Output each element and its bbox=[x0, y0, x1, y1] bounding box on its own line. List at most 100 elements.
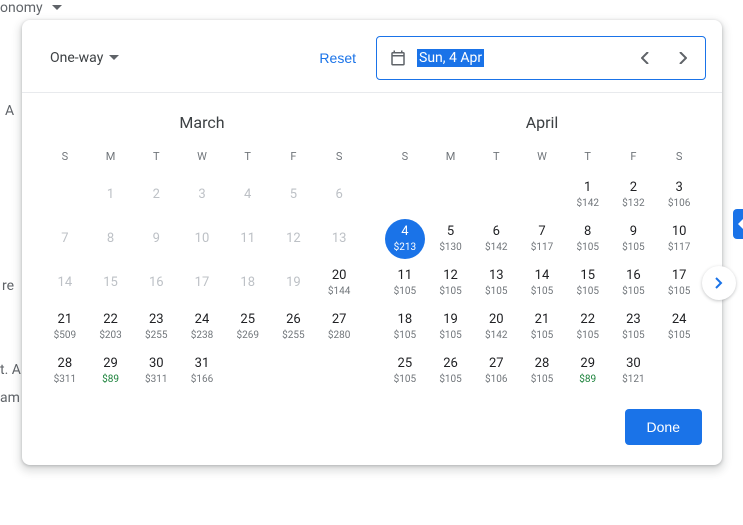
month-title: March bbox=[42, 103, 362, 144]
day-price: $106 bbox=[668, 198, 690, 210]
calendar-day[interactable]: 13$105 bbox=[473, 261, 519, 305]
calendar-day[interactable]: 10$117 bbox=[656, 217, 702, 261]
calendar-day[interactable]: 25$105 bbox=[382, 349, 428, 393]
day-price: $105 bbox=[531, 330, 553, 342]
day-number: 23 bbox=[626, 312, 641, 328]
day-number: 18 bbox=[398, 312, 413, 328]
day-of-week-label: W bbox=[179, 144, 225, 173]
calendar-day[interactable]: 23$255 bbox=[133, 305, 179, 349]
bg-fragment: t. A bbox=[0, 362, 21, 378]
day-number: 12 bbox=[286, 231, 301, 247]
day-number: 5 bbox=[447, 224, 454, 240]
calendar-day[interactable]: 6$142 bbox=[473, 217, 519, 261]
calendar-day[interactable]: 11$105 bbox=[382, 261, 428, 305]
calendar-day[interactable]: 3$106 bbox=[656, 173, 702, 217]
day-number: 27 bbox=[332, 312, 347, 328]
calendar-day[interactable]: 26$255 bbox=[271, 305, 317, 349]
day-price: $142 bbox=[576, 198, 598, 210]
day-number: 28 bbox=[535, 356, 550, 372]
calendar-day[interactable]: 18$105 bbox=[382, 305, 428, 349]
calendar-day[interactable]: 23 $105 bbox=[611, 305, 657, 349]
day-number: 2 bbox=[153, 187, 160, 203]
day-price: $105 bbox=[622, 330, 644, 342]
calendar-day[interactable]: 26$105 bbox=[428, 349, 474, 393]
day-number: 29 bbox=[103, 356, 118, 372]
calendar-day[interactable]: 14$105 bbox=[519, 261, 565, 305]
calendar-day[interactable]: 22$105 bbox=[565, 305, 611, 349]
calendar-day[interactable]: 20$144 bbox=[316, 261, 362, 305]
cabin-class-label[interactable]: onomy bbox=[0, 0, 62, 16]
calendar-day[interactable]: 12$105 bbox=[428, 261, 474, 305]
day-number: 14 bbox=[58, 275, 73, 291]
day-number: 6 bbox=[493, 224, 500, 240]
day-number: 21 bbox=[58, 312, 73, 328]
calendar-day[interactable]: 24$238 bbox=[179, 305, 225, 349]
calendar-day: 17 bbox=[179, 261, 225, 305]
day-number: 17 bbox=[195, 275, 210, 291]
day-price: $105 bbox=[668, 330, 690, 342]
date-prev-button[interactable] bbox=[631, 44, 659, 72]
calendar-day[interactable]: 17 $105 bbox=[656, 261, 702, 305]
day-number: 3 bbox=[198, 187, 205, 203]
day-price: $130 bbox=[439, 242, 461, 254]
calendar-day[interactable]: 27$106 bbox=[473, 349, 519, 393]
calendar-day[interactable]: 30$311 bbox=[133, 349, 179, 393]
calendar-day[interactable]: 15$105 bbox=[565, 261, 611, 305]
day-price: $255 bbox=[282, 330, 304, 342]
side-tab[interactable] bbox=[733, 209, 743, 239]
day-number: 21 bbox=[535, 312, 550, 328]
reset-button[interactable]: Reset bbox=[307, 42, 368, 74]
calendar-day[interactable]: 7$117 bbox=[519, 217, 565, 261]
day-price: $105 bbox=[668, 286, 690, 298]
departure-date-input[interactable]: Sun, 4 Apr bbox=[376, 36, 706, 80]
calendar-day[interactable]: 27$280 bbox=[316, 305, 362, 349]
calendar-day[interactable]: 22$203 bbox=[88, 305, 134, 349]
day-number: 12 bbox=[443, 268, 458, 284]
calendar-day[interactable]: 29$89 bbox=[88, 349, 134, 393]
calendar-day[interactable]: 30$121 bbox=[611, 349, 657, 393]
day-price: $166 bbox=[191, 374, 213, 386]
calendar-day[interactable]: 25$269 bbox=[225, 305, 271, 349]
calendar-day[interactable]: 4$213 bbox=[382, 217, 428, 261]
day-number: 5 bbox=[290, 187, 297, 203]
calendar-day[interactable]: 2$132 bbox=[611, 173, 657, 217]
day-number: 7 bbox=[538, 224, 545, 240]
calendar-day[interactable]: 28$311 bbox=[42, 349, 88, 393]
calendar-day[interactable]: 28$105 bbox=[519, 349, 565, 393]
calendar-day[interactable]: 19$105 bbox=[428, 305, 474, 349]
day-number: 17 bbox=[672, 268, 687, 284]
day-price: $106 bbox=[485, 374, 507, 386]
day-number: 20 bbox=[332, 268, 347, 284]
date-picker-header: One-way Reset Sun, 4 Apr bbox=[22, 20, 722, 92]
done-button[interactable]: Done bbox=[625, 409, 702, 445]
calendar-day[interactable]: 1$142 bbox=[565, 173, 611, 217]
month-next-button[interactable] bbox=[702, 266, 736, 300]
date-next-button[interactable] bbox=[669, 44, 697, 72]
chevron-left-icon bbox=[641, 52, 649, 64]
day-price: $89 bbox=[579, 374, 596, 386]
calendar-day[interactable]: 20$142 bbox=[473, 305, 519, 349]
day-number: 28 bbox=[58, 356, 73, 372]
calendar-day[interactable]: 9$105 bbox=[611, 217, 657, 261]
date-picker-popup: One-way Reset Sun, 4 Apr MarchSMTWTFS123… bbox=[22, 20, 722, 465]
calendar-day: 8 bbox=[88, 217, 134, 261]
calendar-day[interactable]: 16$105 bbox=[611, 261, 657, 305]
calendar-day[interactable]: 21 $105 bbox=[519, 305, 565, 349]
day-number: 16 bbox=[149, 275, 164, 291]
calendar-day: 7 bbox=[42, 217, 88, 261]
calendar-day[interactable]: 21$509 bbox=[42, 305, 88, 349]
day-number: 24 bbox=[195, 312, 210, 328]
calendar-day[interactable]: 29$89 bbox=[565, 349, 611, 393]
calendar-day[interactable]: 8$105 bbox=[565, 217, 611, 261]
day-price: $311 bbox=[145, 374, 167, 386]
trip-type-select[interactable]: One-way bbox=[38, 42, 127, 74]
calendar-day[interactable]: 5 $130 bbox=[428, 217, 474, 261]
day-price: $117 bbox=[668, 242, 690, 254]
bg-fragment: re bbox=[2, 278, 14, 294]
day-number: 4 bbox=[401, 224, 408, 240]
day-number: 14 bbox=[535, 268, 550, 284]
calendar-day[interactable]: 31$166 bbox=[179, 349, 225, 393]
day-number: 7 bbox=[61, 231, 68, 247]
day-price: $105 bbox=[576, 242, 598, 254]
calendar-day[interactable]: 24$105 bbox=[656, 305, 702, 349]
